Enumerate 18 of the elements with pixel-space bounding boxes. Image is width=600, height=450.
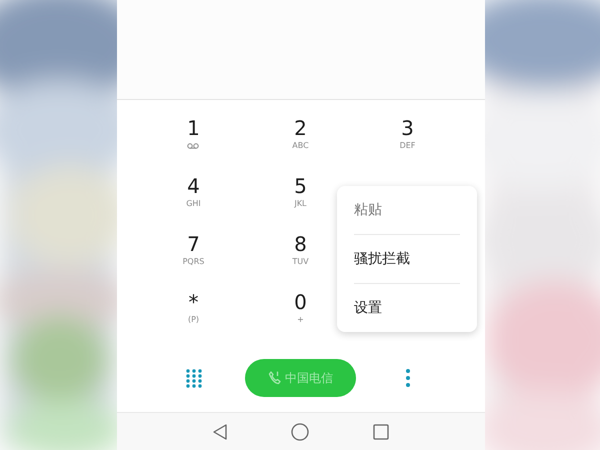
voicemail-icon <box>187 143 200 149</box>
dial-key[interactable]: 4 GHI <box>178 170 209 213</box>
dial-key[interactable]: 2 ABC <box>284 112 317 155</box>
dial-key[interactable]: 8 TUV <box>284 228 317 271</box>
menu-item[interactable]: 骚扰拦截 <box>354 234 460 283</box>
dial-key[interactable]: 1 <box>179 112 208 153</box>
recents-icon[interactable] <box>373 424 389 440</box>
home-icon[interactable] <box>291 422 309 440</box>
phone-icon <box>268 371 282 385</box>
back-icon[interactable] <box>213 424 227 440</box>
dial-key[interactable]: 5 JKL <box>286 170 315 213</box>
more-icon[interactable] <box>404 368 410 388</box>
dial-key[interactable]: 3 DEF <box>392 112 424 155</box>
dial-key[interactable]: 7 PQRS <box>174 228 212 271</box>
dial-key[interactable]: * (P) <box>180 286 208 329</box>
dialpad-icon[interactable] <box>186 368 202 388</box>
dial-key[interactable]: 0 + <box>286 286 315 329</box>
menu-item[interactable]: 设置 <box>354 283 460 332</box>
